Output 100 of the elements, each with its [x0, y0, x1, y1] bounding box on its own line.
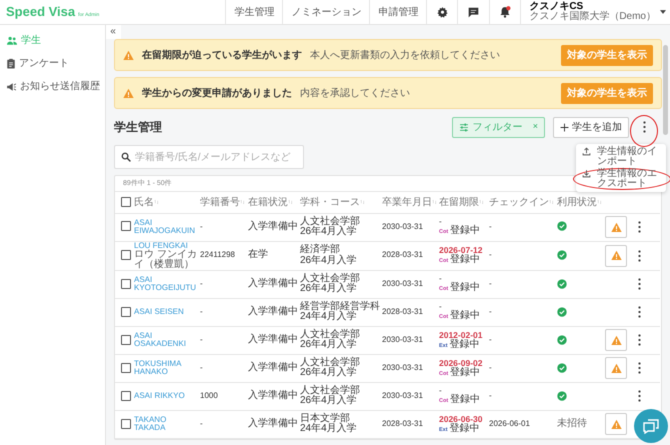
department-text: 人文社会学部 [300, 330, 361, 340]
intake-text: 24年4月入学 [300, 424, 358, 435]
student-name-link[interactable]: ASAI RIKKYO [134, 392, 198, 401]
people-icon [6, 36, 18, 46]
sidebar-item[interactable]: アンケート [0, 52, 105, 75]
filter-button[interactable]: フィルター × [452, 116, 545, 138]
kebab-icon [643, 120, 646, 133]
residence-deadline: - [439, 274, 443, 284]
warning-icon [123, 50, 134, 60]
row-checkbox[interactable] [121, 334, 131, 345]
table-cell: 入学準備中 [248, 306, 298, 318]
sort-icon [288, 198, 293, 206]
sort-icon [479, 198, 484, 206]
department-text: 人文社会学部 [300, 386, 361, 396]
kebab-icon [638, 220, 641, 233]
sort-icon [360, 198, 365, 206]
warning-icon [123, 88, 134, 98]
clear-filter-icon[interactable]: × [532, 120, 538, 134]
search-field[interactable]: 学籍番号/氏名/メールアドレスなど [114, 145, 304, 169]
download-icon [582, 169, 591, 178]
settings-icon [436, 6, 448, 18]
student-name-link[interactable]: ASAI EIWAJOGAKUIN [134, 218, 198, 236]
student-kana-name: ロウ フンイカイ（楼豊凱） [134, 250, 198, 270]
table-cell: - [200, 419, 203, 428]
table-cell: - [489, 363, 492, 372]
department-text: 日本文学部 [300, 414, 350, 424]
table-cell: - [489, 222, 492, 231]
registration-status: 登録中 [450, 394, 480, 406]
residence-deadline: 2026-09-02 [439, 358, 484, 368]
megaphone-icon [6, 82, 17, 92]
table-cell: 2028-03-31 [382, 419, 423, 428]
table-cell: - [200, 279, 203, 288]
column-header[interactable]: 卒業年月日 [382, 196, 432, 208]
table-cell: 2028-03-31 [382, 307, 423, 316]
kebab-icon [638, 390, 641, 402]
student-name-link[interactable]: ASAI KYOTOGEIJUTU [134, 276, 198, 293]
collapse-button[interactable]: « [106, 25, 121, 39]
row-checkbox[interactable] [121, 278, 131, 289]
registration-status: 登録中 [450, 224, 480, 236]
row-checkbox[interactable] [121, 221, 131, 232]
column-header[interactable]: 学籍番号 [200, 196, 240, 208]
student-name-link[interactable]: LOU FENGKAI [134, 242, 198, 250]
alert-message: 内容を承認してください [300, 86, 410, 100]
table-cell: 入学準備中 [248, 362, 298, 374]
column-header[interactable]: 在籍状況 [248, 196, 288, 208]
page-title: 学生管理 [114, 119, 162, 136]
sidebar-item[interactable]: お知らせ送信履歴 [0, 75, 105, 98]
table-cell: - [200, 335, 203, 344]
sort-icon [154, 198, 159, 206]
warning-icon [610, 250, 622, 262]
student-name-link[interactable]: TAKANO TAKADA [134, 416, 198, 433]
kebab-icon [638, 278, 641, 290]
row-checkbox[interactable] [121, 306, 131, 317]
sidebar-item[interactable]: 学生 [0, 29, 105, 52]
clipboard-icon [6, 58, 16, 69]
menu-item[interactable]: 学生情報のインポート [576, 146, 666, 168]
residence-deadline: 2012-02-01 [439, 330, 484, 340]
registration-status: 登録中 [450, 310, 480, 322]
warning-icon [610, 362, 622, 374]
residence-deadline: 2026-06-30 [439, 414, 484, 424]
registration-status: 登録中 [450, 338, 480, 350]
row-checkbox[interactable] [121, 250, 131, 260]
column-header[interactable]: 氏名 [134, 196, 154, 208]
residence-deadline: - [439, 302, 443, 312]
row-checkbox[interactable] [121, 418, 131, 429]
department-text: 人文社会学部 [300, 274, 361, 284]
intake-text: 24年4月入学 [300, 312, 358, 323]
column-header[interactable]: 学科・コース [300, 196, 360, 208]
select-all-checkbox[interactable] [121, 197, 131, 208]
column-header[interactable]: 利用状況 [557, 196, 597, 208]
department-text: 人文社会学部 [300, 358, 361, 368]
sort-icon [240, 198, 245, 206]
table-cell: 入学準備中 [248, 278, 298, 290]
table-cell: - [200, 307, 203, 316]
department-text: 人文社会学部 [300, 216, 361, 226]
intake-text: 26年4月入学 [300, 227, 358, 238]
sliders-icon [458, 122, 469, 132]
table-cell: 1000 [200, 391, 218, 400]
intake-text: 26年4月入学 [300, 284, 358, 295]
warning-icon [610, 334, 622, 346]
department-text: 経営学部経営学科 [300, 302, 380, 312]
user-name: クスノキCS [529, 2, 584, 12]
add-student-button[interactable]: 学生を追加 [553, 116, 629, 138]
student-name-link[interactable]: ASAI SEISEN [134, 308, 198, 317]
row-checkbox[interactable] [121, 390, 131, 401]
row-checkbox[interactable] [121, 362, 131, 373]
student-name-link[interactable]: ASAI OSAKADENKI [134, 332, 198, 349]
column-header[interactable]: チェックイン [489, 196, 549, 208]
table-cell: 2030-03-31 [382, 363, 423, 372]
table-cell: - [489, 335, 492, 344]
usage-status: 未招待 [557, 418, 587, 430]
department-text: 経済学部 [300, 245, 340, 256]
column-header[interactable]: 在留期限 [439, 196, 479, 208]
sort-icon [597, 198, 602, 206]
intake-text: 26年4月入学 [300, 368, 358, 379]
table-cell: 在学 [248, 249, 268, 260]
table-cell: - [489, 250, 492, 260]
student-name-link[interactable]: TOKUSHIMA HANAKO [134, 360, 198, 377]
kebab-icon [638, 334, 641, 346]
table-cell: 2030-03-31 [382, 222, 423, 231]
